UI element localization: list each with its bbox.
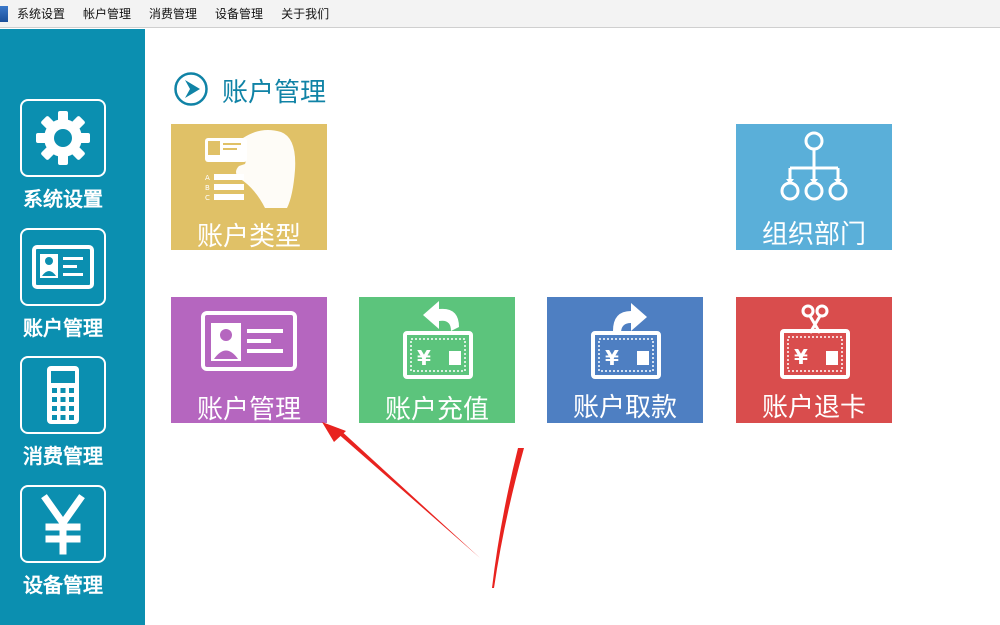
tile-organization-department[interactable]: 组织部门 [736, 124, 892, 250]
menu-system-settings[interactable]: 系统设置 [8, 0, 74, 28]
tile-account-withdraw[interactable]: ¥ 账户取款 [547, 297, 703, 423]
tile-account-recharge[interactable]: ¥ 账户充值 [359, 297, 515, 425]
sidebar-icon-box [20, 99, 106, 177]
calculator-icon [47, 366, 79, 424]
tile-label: 账户退卡 [761, 393, 866, 423]
menu-consumption-management[interactable]: 消费管理 [140, 0, 206, 28]
chevron-right-circle-icon [174, 72, 208, 106]
sidebar-icon-box [20, 485, 106, 563]
yen-icon [41, 494, 85, 555]
svg-text:¥: ¥ [794, 345, 808, 369]
menu-bar: 系统设置 帐户管理 消费管理 设备管理 关于我们 [0, 0, 1000, 28]
svg-text:A: A [205, 174, 210, 182]
svg-text:¥: ¥ [605, 346, 619, 370]
tile-account-management[interactable]: 账户管理 [171, 297, 327, 425]
svg-text:B: B [205, 184, 210, 192]
tile-label: 组织部门 [761, 220, 866, 250]
menu-device-management[interactable]: 设备管理 [206, 0, 272, 28]
menu-about-us[interactable]: 关于我们 [272, 0, 338, 28]
sidebar-item-label: 账户管理 [23, 316, 103, 340]
id-card-icon [32, 245, 94, 289]
sidebar-item-label: 设备管理 [23, 573, 103, 597]
sidebar-item-label: 系统设置 [23, 187, 103, 211]
tile-label: 账户类型 [196, 222, 301, 252]
sidebar-item-label: 消费管理 [23, 444, 103, 468]
tile-account-type[interactable]: A B C 账户类型 [171, 124, 327, 252]
page-title: 账户管理 [222, 78, 327, 108]
app-icon [0, 5, 8, 22]
tile-label: 账户管理 [196, 395, 301, 425]
sidebar-icon-box [20, 356, 106, 434]
menu-account-management[interactable]: 帐户管理 [74, 0, 140, 28]
svg-text:C: C [205, 194, 210, 202]
sidebar-icon-box [20, 228, 106, 306]
tile-label: 账户取款 [572, 393, 677, 423]
gear-icon [36, 111, 90, 165]
svg-text:¥: ¥ [417, 346, 431, 370]
tile-account-card-return[interactable]: ¥ 账户退卡 [736, 297, 892, 423]
tile-label: 账户充值 [384, 395, 489, 425]
sidebar: 系统设置 账户管理 消费管理 设备管理 [0, 29, 145, 625]
